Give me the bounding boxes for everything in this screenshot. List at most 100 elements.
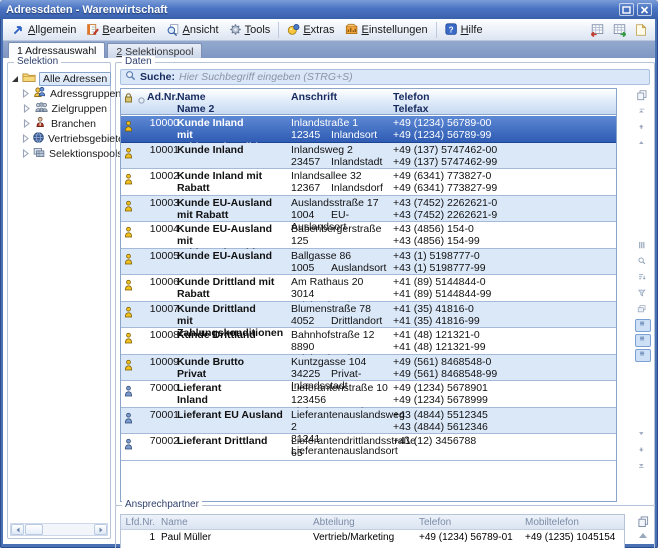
cards-icon[interactable] bbox=[635, 303, 651, 317]
menu-item-hilfe[interactable]: ? Hilfe bbox=[440, 22, 488, 37]
new-document-button[interactable] bbox=[631, 21, 651, 39]
address-phone: +41 (89) 5144844-0 bbox=[393, 276, 613, 288]
address-row[interactable]: 10001 Kunde Inland Inlandsweg 223457Inla… bbox=[121, 143, 616, 170]
column-telefon[interactable]: Telefon bbox=[393, 91, 430, 103]
filter-icon[interactable] bbox=[635, 287, 651, 301]
menu-item-bearbeiten[interactable]: Bearbeiten bbox=[81, 22, 160, 37]
menu-item-ansicht[interactable]: Ansicht bbox=[161, 22, 224, 37]
address-row[interactable]: 10008 Kunde Drittland Bahnhofstraße 1288… bbox=[121, 328, 616, 355]
status-column-icon[interactable] bbox=[138, 95, 145, 107]
tree-item-zielgruppen[interactable]: Zielgruppen bbox=[11, 101, 107, 116]
selection-hscrollbar[interactable] bbox=[10, 523, 108, 536]
column-name2[interactable]: Name 2 bbox=[177, 103, 214, 115]
table-export-button[interactable] bbox=[587, 21, 607, 39]
chevron-collapsed-icon[interactable] bbox=[22, 89, 29, 98]
chevron-expanded-icon[interactable] bbox=[11, 75, 19, 83]
tree-item-branchen[interactable]: Branchen bbox=[11, 116, 107, 131]
address-phone: +49 (1234) 5678901 bbox=[393, 382, 613, 394]
menu-item-allgemein[interactable]: Allgemein bbox=[7, 22, 81, 37]
scroll-down-icon[interactable] bbox=[635, 444, 651, 458]
contact-column-abteilung[interactable]: Abteilung bbox=[313, 517, 355, 528]
address-city: Inlandsort bbox=[331, 129, 377, 141]
people-icon bbox=[32, 86, 47, 102]
address-row[interactable]: 10004 Kunde EU-Auslandmit Zahlungskondti… bbox=[121, 222, 616, 249]
table-import-button[interactable] bbox=[609, 21, 629, 39]
close-button[interactable] bbox=[637, 3, 652, 16]
view-list-1-icon[interactable] bbox=[635, 319, 651, 332]
address-street: Bahnhofstraße 12 bbox=[291, 329, 391, 341]
contact-column-telefon[interactable]: Telefon bbox=[419, 517, 451, 528]
column-telefax[interactable]: Telefax bbox=[393, 103, 428, 115]
chevron-collapsed-icon[interactable] bbox=[22, 119, 31, 128]
address-row[interactable]: 70002 Lieferant Drittland Lieferantendri… bbox=[121, 434, 616, 461]
address-street: Blumenstraße 78 bbox=[291, 303, 391, 315]
address-name: Kunde Inland bbox=[177, 144, 289, 156]
address-type-icon bbox=[124, 172, 136, 190]
scroll-left-icon[interactable] bbox=[11, 524, 24, 535]
column-name[interactable]: Name bbox=[177, 91, 206, 103]
contact-column-mobil[interactable]: Mobiltelefon bbox=[525, 517, 579, 528]
address-number: 10003 bbox=[147, 197, 179, 209]
hscroll-thumb[interactable] bbox=[25, 524, 43, 535]
down-icon[interactable] bbox=[635, 428, 651, 442]
address-city: Inlandstadt bbox=[331, 156, 382, 168]
address-zip: 12367 bbox=[291, 182, 331, 194]
address-type-icon bbox=[124, 225, 136, 243]
tree-root-alle-adressen[interactable]: Alle Adressen bbox=[11, 71, 107, 86]
address-row[interactable]: 10006 Kunde Drittland mit Rabatt Am Rath… bbox=[121, 275, 616, 302]
chevron-collapsed-icon[interactable] bbox=[22, 134, 29, 143]
extras-icon bbox=[287, 23, 300, 36]
address-phone: +41 (35) 41816-0 bbox=[393, 303, 613, 315]
scroll-last-icon[interactable] bbox=[635, 460, 651, 474]
address-phone: +49 (1234) 56789-00 bbox=[393, 117, 613, 129]
restore-button[interactable] bbox=[619, 3, 634, 16]
tree-item-adressgruppen[interactable]: Adressgruppen bbox=[11, 86, 107, 101]
copy-icon[interactable] bbox=[635, 514, 651, 528]
tree-item-selektionspools[interactable]: Selektionspools bbox=[11, 146, 107, 161]
address-row[interactable]: 10009 Kunde BruttoPrivat Kuntzgasse 1043… bbox=[121, 355, 616, 382]
chevron-collapsed-icon[interactable] bbox=[22, 104, 31, 113]
search-bar[interactable]: Suche: Hier Suchbegriff eingeben (STRG+S… bbox=[120, 69, 650, 85]
address-zip: 1004 bbox=[291, 209, 331, 221]
menu-item-tools[interactable]: Tools bbox=[224, 22, 276, 37]
scroll-up-icon[interactable] bbox=[635, 528, 651, 542]
zoom-icon[interactable] bbox=[635, 255, 651, 269]
contact-column-nr[interactable]: Lfd.Nr. bbox=[121, 517, 155, 528]
menu-item-einstellungen[interactable]: Einstellungen bbox=[340, 22, 433, 37]
address-rows: 10000 Kunde Inlandmit Zahlungskondition … bbox=[121, 116, 616, 501]
address-row[interactable]: 10003 Kunde EU-Ausland mit Rabatt Auslan… bbox=[121, 196, 616, 223]
contact-row[interactable]: 1 Paul Müller Vertrieb/Marketing +49 (12… bbox=[121, 531, 624, 544]
data-legend: Daten bbox=[122, 56, 155, 67]
scroll-up-icon[interactable] bbox=[635, 121, 651, 135]
chevron-collapsed-icon[interactable] bbox=[22, 149, 29, 158]
selection-tree: Alle Adressen Adressgruppen Zielgruppen … bbox=[11, 71, 107, 161]
column-adnr[interactable]: Ad.Nr. bbox=[147, 91, 178, 103]
address-name: Kunde Inland bbox=[177, 117, 289, 129]
view-list-2-icon[interactable] bbox=[635, 334, 651, 347]
address-row[interactable]: 70000 LieferantInland Lieferantenstraße … bbox=[121, 381, 616, 408]
address-type-icon bbox=[124, 384, 136, 402]
contact-column-name[interactable]: Name bbox=[161, 517, 188, 528]
column-anschrift[interactable]: Anschrift bbox=[291, 91, 337, 103]
lock-column-icon[interactable] bbox=[124, 93, 133, 106]
address-row[interactable]: 10005 Kunde EU-Ausland Ballgasse 861005A… bbox=[121, 249, 616, 276]
up-icon[interactable] bbox=[635, 137, 651, 151]
sort-icon[interactable] bbox=[635, 271, 651, 285]
view-list-3-icon[interactable] bbox=[635, 349, 651, 362]
scroll-first-icon[interactable] bbox=[635, 105, 651, 119]
address-type-icon bbox=[124, 437, 136, 455]
address-phone: +49 (561) 8468548-0 bbox=[393, 356, 613, 368]
tree-item-vertriebsgebiete[interactable]: Vertriebsgebiete bbox=[11, 131, 107, 146]
columns-icon[interactable] bbox=[635, 239, 651, 253]
address-row[interactable]: 70001 Lieferant EU Ausland Lieferantenau… bbox=[121, 408, 616, 435]
address-fax: +41 (48) 121321-99 bbox=[393, 341, 613, 353]
address-row[interactable]: 10007 Kunde Drittlandmit Zahlungskonditi… bbox=[121, 302, 616, 329]
tree-root-label[interactable]: Alle Adressen bbox=[39, 72, 111, 86]
contact-mobil: +49 (1235) 1045154 bbox=[525, 532, 615, 543]
menu-item-extras[interactable]: Extras bbox=[282, 22, 339, 37]
copy-icon[interactable] bbox=[635, 89, 651, 103]
scroll-right-icon[interactable] bbox=[94, 524, 107, 535]
search-input[interactable]: Hier Suchbegriff eingeben (STRG+S) bbox=[179, 71, 353, 83]
address-row[interactable]: 10000 Kunde Inlandmit Zahlungskondition … bbox=[121, 116, 616, 143]
address-row[interactable]: 10002 Kunde Inland mit Rabatt Inlandsall… bbox=[121, 169, 616, 196]
